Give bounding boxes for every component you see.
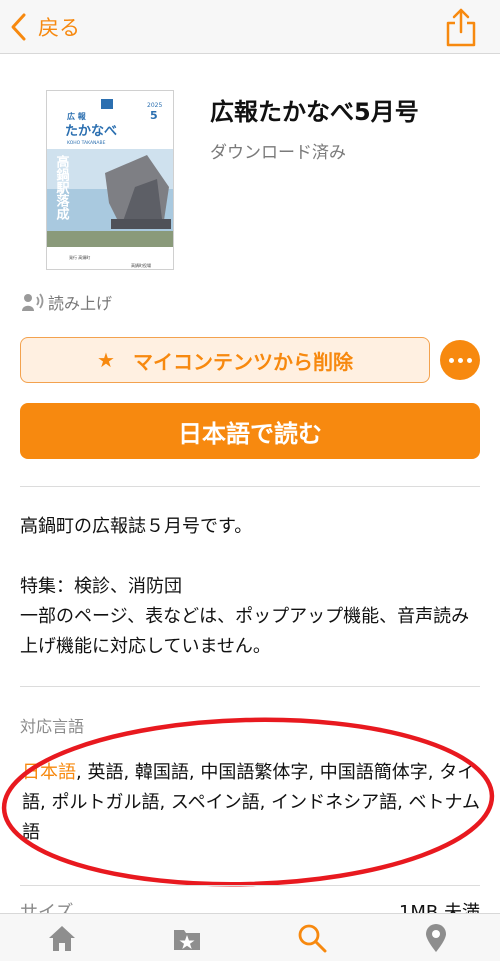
cover-romaji: KOHO TAKANABE xyxy=(67,140,106,146)
cover-artwork: 広 報 たかなべ KOHO TAKANABE 2025 5 高鍋駅落成 発行 高… xyxy=(47,91,173,269)
cover-footer-right: 高鍋町役場 xyxy=(131,262,151,268)
back-label: 戻る xyxy=(38,16,80,40)
search-icon xyxy=(298,924,327,953)
cover-feature: 高鍋駅落成 xyxy=(54,154,71,221)
star-icon: ★ xyxy=(97,348,115,372)
read-aloud-label: 読み上げ xyxy=(48,294,113,313)
other-languages: , 英語, 韓国語, 中国語繁体字, 中国語簡体字, タイ語, ポルトガル語, … xyxy=(22,762,480,843)
tab-map[interactable] xyxy=(418,922,454,954)
read-in-japanese-label: 日本語で読む xyxy=(178,419,322,448)
description-line: 一部のページ、表などは、ポップアップ機能、音声読み上げ機能に対応していません。 xyxy=(20,606,470,657)
supported-languages-label: 対応言語 xyxy=(20,717,85,736)
description: 高鍋町の広報誌５月号です。 特集：検診、消防団 一部のページ、表などは、ポップア… xyxy=(20,512,482,662)
download-status: ダウンロード済み xyxy=(210,143,346,163)
tab-bar xyxy=(0,913,500,961)
tab-my-contents[interactable] xyxy=(169,922,205,954)
cover-emblem xyxy=(101,99,113,109)
cover-name: たかなべ xyxy=(65,124,117,139)
cover-month: 5 xyxy=(150,109,158,122)
speaker-person-icon xyxy=(22,293,44,311)
tab-search[interactable] xyxy=(294,922,330,954)
description-line: 特集：検診、消防団 xyxy=(20,576,182,597)
description-line: 高鍋町の広報誌５月号です。 xyxy=(20,516,253,537)
home-icon xyxy=(49,926,75,951)
map-pin-icon xyxy=(426,924,446,952)
current-language-link[interactable]: 日本語 xyxy=(22,762,76,783)
my-contents-icon xyxy=(174,930,200,950)
supported-languages-list: 日本語, 英語, 韓国語, 中国語繁体字, 中国語簡体字, タイ語, ポルトガル… xyxy=(22,758,482,848)
cover-year: 2025 xyxy=(147,102,162,109)
back-button[interactable]: 戻る xyxy=(8,8,80,46)
share-icon xyxy=(446,8,476,47)
remove-from-my-contents-button[interactable]: ★ マイコンテンツから削除 xyxy=(20,337,430,383)
divider xyxy=(20,486,480,487)
divider xyxy=(20,885,480,886)
cover-masthead: 広 報 xyxy=(67,111,87,121)
cover-footer-left: 発行 高鍋町 xyxy=(69,254,90,260)
more-dot-icon xyxy=(466,357,472,363)
chevron-left-icon xyxy=(11,13,26,41)
tab-home[interactable] xyxy=(44,922,80,954)
read-aloud-indicator: 読み上げ xyxy=(22,290,112,314)
more-dot-icon xyxy=(448,357,454,363)
share-button[interactable] xyxy=(444,6,478,48)
publication-title: 広報たかなべ5月号 xyxy=(210,98,419,126)
read-in-japanese-button[interactable]: 日本語で読む xyxy=(20,403,480,459)
more-dot-icon xyxy=(457,357,463,363)
more-options-button[interactable] xyxy=(440,340,480,380)
navigation-bar: 戻る xyxy=(0,0,500,54)
remove-from-my-contents-label: マイコンテンツから削除 xyxy=(132,349,353,374)
divider xyxy=(20,686,480,687)
cover-image[interactable]: 広 報 たかなべ KOHO TAKANABE 2025 5 高鍋駅落成 発行 高… xyxy=(46,90,174,270)
